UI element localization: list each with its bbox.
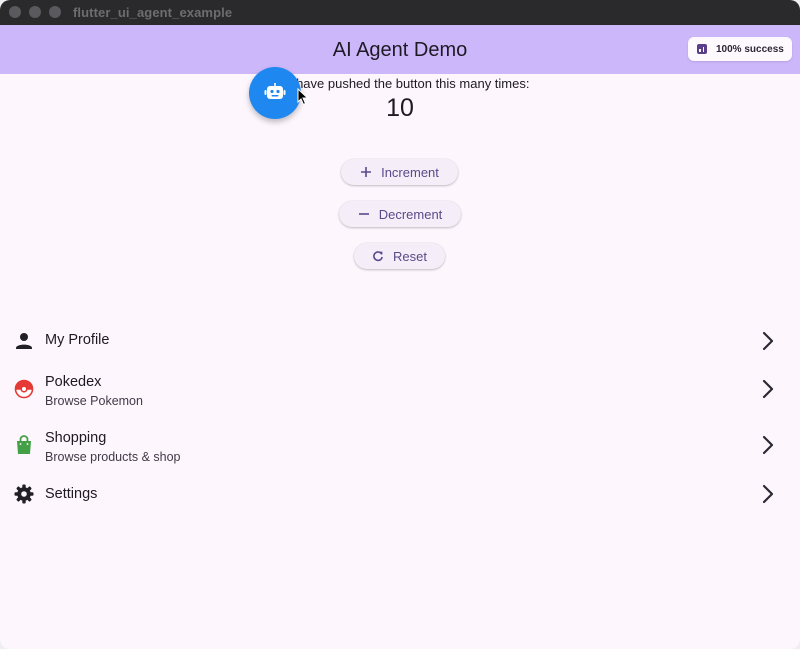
minus-icon [358,213,369,215]
analytics-icon [697,44,707,54]
decrement-label: Decrement [378,206,443,222]
mouse-cursor-icon [297,88,309,106]
person-icon [16,333,32,349]
list-item-shopping[interactable]: Shopping Browse products & shop [0,424,800,468]
page-title: AI Agent Demo [332,39,468,61]
decrement-button[interactable]: Decrement [339,201,461,227]
list-item-title: Settings [45,486,98,502]
window-titlebar: flutter_ui_agent_example [0,0,800,25]
list-item-title: Shopping [45,430,107,446]
chevron-right-icon [762,435,774,455]
success-rate-label: 100% success [716,43,784,55]
success-rate-chip[interactable]: 100% success [688,37,792,61]
increment-button[interactable]: Increment [341,159,458,185]
app-window: flutter_ui_agent_example AI Agent Demo 1… [0,0,800,649]
window-title: flutter_ui_agent_example [73,5,233,20]
counter-value: 10 [386,94,414,122]
reset-button[interactable]: Reset [354,243,445,269]
list-item-my-profile[interactable]: My Profile [0,322,800,360]
list-item-pokedex[interactable]: Pokedex Browse Pokemon [0,368,800,412]
refresh-icon [373,251,383,262]
list-item-settings[interactable]: Settings [0,476,800,514]
reset-label: Reset [393,248,427,264]
chevron-right-icon [762,379,774,399]
minimize-window-button[interactable] [29,6,41,18]
pokeball-icon [14,379,34,399]
plus-icon [361,167,372,177]
robot-icon [264,83,286,99]
list-item-subtitle: Browse products & shop [45,450,181,464]
chevron-right-icon [762,331,774,351]
increment-label: Increment [381,164,439,180]
list-item-subtitle: Browse Pokemon [45,394,143,408]
app-bar: AI Agent Demo 100% success [0,25,800,74]
shopping-bag-icon [17,435,31,454]
gear-icon [14,484,34,504]
ai-agent-fab[interactable] [249,67,301,119]
close-window-button[interactable] [9,6,21,18]
counter-message: You have pushed the button this many tim… [270,76,530,91]
list-item-title: My Profile [45,332,110,348]
list-item-title: Pokedex [45,374,102,390]
maximize-window-button[interactable] [49,6,61,18]
chevron-right-icon [762,484,774,504]
